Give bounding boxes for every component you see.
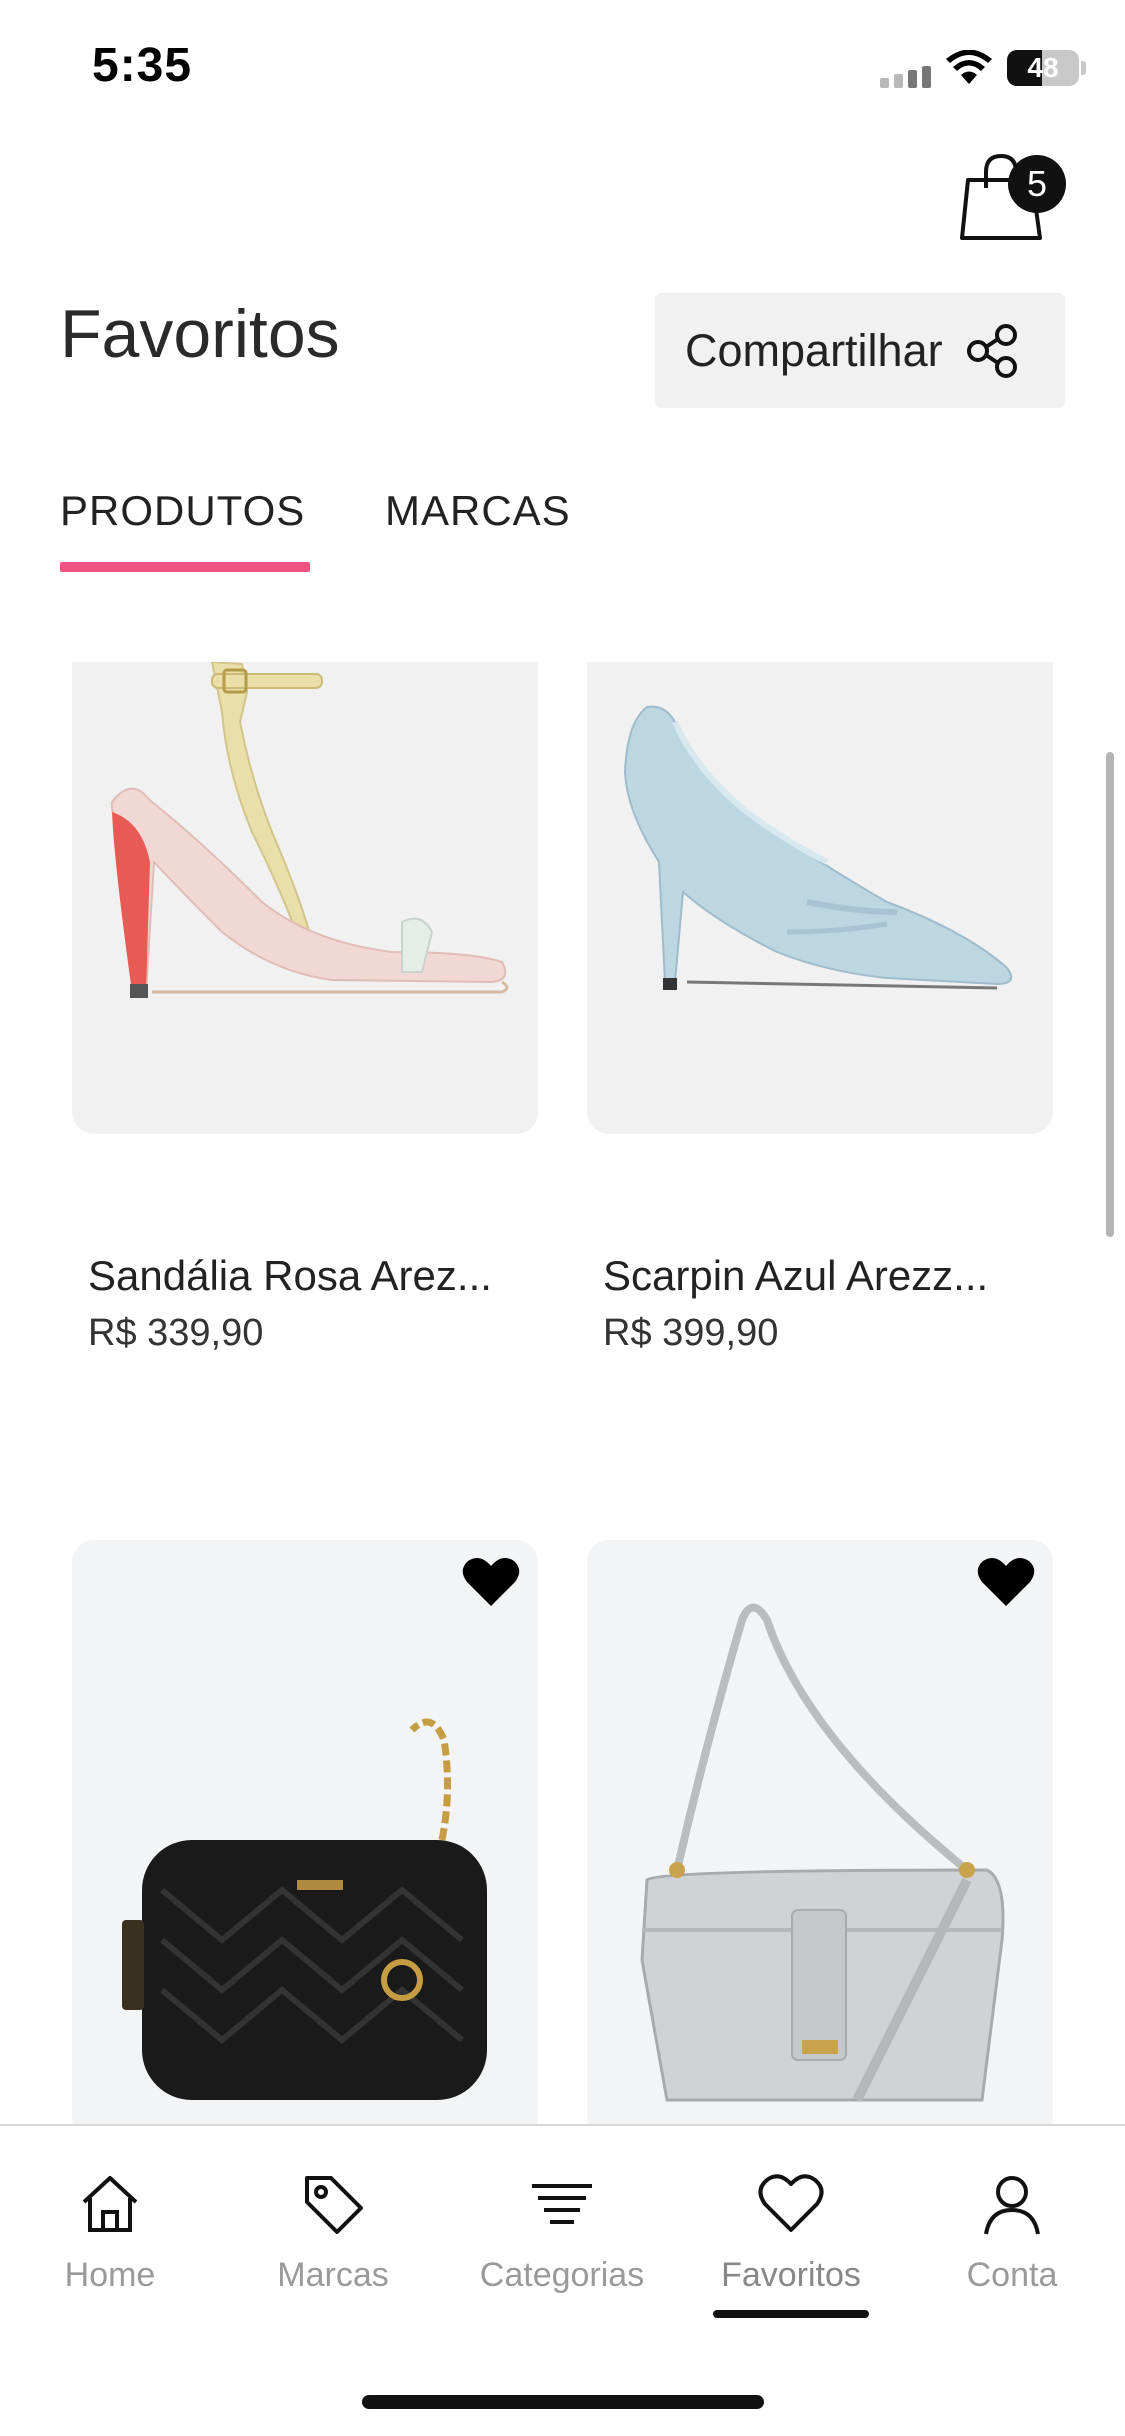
nav-marcas[interactable]: Marcas bbox=[233, 2172, 433, 2295]
tab-marcas[interactable]: MARCAS bbox=[385, 487, 571, 535]
page-title: Favoritos bbox=[60, 296, 340, 372]
status-bar: 5:35 48 bbox=[0, 0, 1125, 140]
active-tab-indicator bbox=[60, 562, 310, 572]
bottom-nav: Home Marcas Categorias Favoritos Conta bbox=[0, 2124, 1125, 2436]
product-image[interactable] bbox=[72, 662, 538, 1134]
signal-icon bbox=[880, 66, 931, 88]
nav-label: Home bbox=[64, 2256, 156, 2294]
wifi-icon bbox=[946, 50, 992, 84]
user-icon bbox=[984, 2176, 1040, 2235]
nav-favoritos[interactable]: Favoritos bbox=[691, 2172, 891, 2295]
product-image[interactable] bbox=[587, 662, 1053, 1134]
product-card[interactable]: Sandália Rosa Arez... R$ 339,90 bbox=[72, 662, 538, 1382]
cart-count-badge[interactable]: 5 bbox=[1008, 155, 1066, 213]
product-price: R$ 399,90 bbox=[603, 1312, 779, 1354]
share-icon bbox=[966, 323, 1017, 378]
product-price: R$ 339,90 bbox=[88, 1312, 264, 1354]
heart-icon bbox=[758, 2174, 824, 2232]
nav-label: Conta bbox=[966, 2256, 1058, 2294]
silver-shoulder-bag-image bbox=[640, 1603, 1005, 2103]
filter-lines-icon bbox=[532, 2184, 592, 2224]
nav-label: Favoritos bbox=[721, 2256, 861, 2294]
scrollbar[interactable] bbox=[1106, 752, 1114, 1237]
nav-home[interactable]: Home bbox=[10, 2172, 210, 2295]
nav-label: Categorias bbox=[479, 2256, 645, 2294]
tag-icon bbox=[305, 2176, 363, 2234]
status-time: 5:35 bbox=[92, 39, 193, 92]
nav-categorias[interactable]: Categorias bbox=[462, 2172, 662, 2295]
product-card[interactable] bbox=[587, 1540, 1053, 2140]
nav-label: Marcas bbox=[277, 2256, 389, 2294]
home-indicator[interactable] bbox=[362, 2395, 764, 2409]
pump-shoe-image bbox=[623, 705, 1013, 990]
battery-percent: 48 bbox=[1027, 52, 1059, 83]
product-card[interactable] bbox=[72, 1540, 538, 2140]
share-button-label: Compartilhar bbox=[685, 324, 943, 376]
share-button[interactable]: Compartilhar bbox=[655, 293, 1065, 408]
product-image[interactable] bbox=[587, 1540, 1053, 2140]
sandal-image bbox=[110, 662, 509, 998]
product-name[interactable]: Sandália Rosa Arez... bbox=[88, 1252, 492, 1300]
nav-conta[interactable]: Conta bbox=[912, 2172, 1112, 2295]
product-card[interactable]: Scarpin Azul Arezz... R$ 399,90 bbox=[587, 662, 1053, 1382]
product-name[interactable]: Scarpin Azul Arezz... bbox=[603, 1252, 988, 1300]
battery-icon: 48 bbox=[1007, 50, 1079, 86]
product-image[interactable] bbox=[72, 1540, 538, 2140]
home-icon bbox=[82, 2176, 138, 2232]
heart-filled-icon[interactable] bbox=[462, 1556, 520, 1608]
heart-filled-icon[interactable] bbox=[977, 1556, 1035, 1608]
tab-produtos[interactable]: PRODUTOS bbox=[60, 487, 305, 535]
battery-tip bbox=[1081, 61, 1086, 75]
black-crossbody-bag-image bbox=[122, 1718, 487, 2100]
active-nav-indicator bbox=[713, 2310, 869, 2318]
